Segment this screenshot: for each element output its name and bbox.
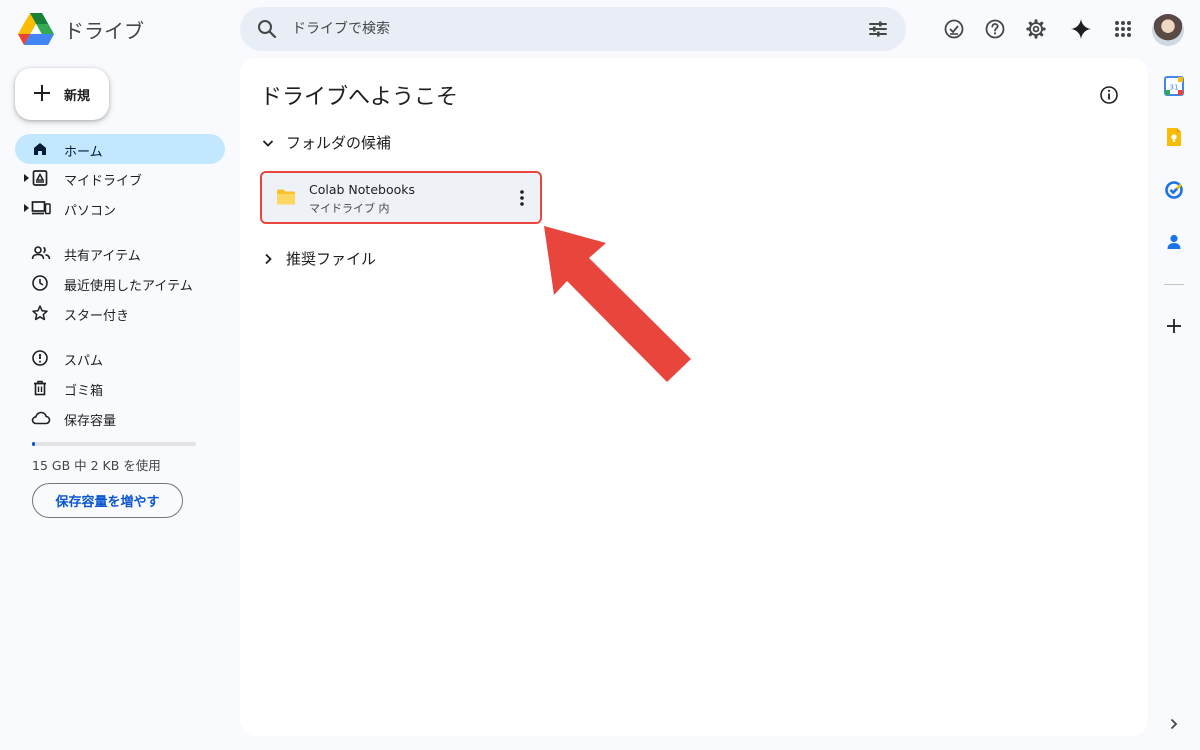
search-bar[interactable] <box>240 7 906 51</box>
google-apps-button[interactable] <box>1108 14 1138 44</box>
sidebar-item-my-drive[interactable]: マイドライブ <box>15 163 225 193</box>
settings-icon <box>1026 19 1046 39</box>
star-icon <box>32 305 48 321</box>
info-icon[interactable] <box>1098 84 1120 106</box>
suggested-folders-heading: フォルダの候補 <box>286 134 392 152</box>
account-avatar[interactable] <box>1152 14 1184 46</box>
search-options-icon[interactable] <box>866 17 890 41</box>
sidebar-item-label: 共有アイテム <box>64 249 141 264</box>
new-button[interactable]: 新規 <box>15 68 109 120</box>
calendar-icon[interactable]: 31 <box>1164 76 1184 96</box>
sidebar-item-spam[interactable]: スパム <box>15 343 225 373</box>
gemini-icon <box>1071 19 1091 39</box>
folder-card[interactable]: Colab Notebooks マイドライブ 内 <box>262 173 540 223</box>
storage-meter <box>32 442 196 446</box>
more-options-icon[interactable] <box>514 188 530 208</box>
sidebar-item-label: ゴミ箱 <box>64 384 104 399</box>
gemini-button[interactable] <box>1066 14 1096 44</box>
folder-location: マイドライブ 内 <box>309 202 390 215</box>
folder-icon <box>277 189 295 205</box>
drive-logo-icon[interactable] <box>18 12 54 46</box>
help-icon <box>985 19 1005 39</box>
trash-icon <box>34 380 46 396</box>
sidebar-item-label: スター付き <box>64 309 130 324</box>
search-input[interactable] <box>292 17 832 41</box>
chevron-right-icon <box>265 253 272 264</box>
top-bar: ドライブ <box>0 0 1200 58</box>
suggested-folders-toggle[interactable]: フォルダの候補 <box>260 132 391 153</box>
settings-button[interactable] <box>1021 14 1051 44</box>
storage-meter-fill <box>32 442 36 446</box>
expand-arrow-icon[interactable] <box>24 204 30 212</box>
sidebar-item-label: マイドライブ <box>64 174 143 189</box>
computers-icon <box>31 201 51 215</box>
suggested-files-heading: 推奨ファイル <box>286 250 377 268</box>
keep-icon[interactable] <box>1164 127 1184 147</box>
sidebar-item-label: スパム <box>64 354 104 369</box>
search-icon[interactable] <box>255 17 279 41</box>
home-icon <box>34 143 46 155</box>
suggested-files-toggle[interactable]: 推奨ファイル <box>260 248 376 269</box>
plus-icon <box>34 85 50 101</box>
help-button[interactable] <box>980 14 1010 44</box>
sidebar-item-trash[interactable]: ゴミ箱 <box>15 373 225 403</box>
get-more-storage-button[interactable]: 保存容量を増やす <box>32 483 183 518</box>
main-content: ドライブへようこそ フォルダの候補 Colab Notebooks マイドライブ… <box>240 58 1148 736</box>
sidebar-item-label: 最近使用したアイテム <box>64 279 193 294</box>
folder-name: Colab Notebooks <box>309 182 415 197</box>
ready-for-offline-icon <box>944 19 964 39</box>
sidebar-item-starred[interactable]: スター付き <box>15 298 225 328</box>
sidebar-item-label: 保存容量 <box>64 414 117 429</box>
sidebar-item-label: パソコン <box>64 204 117 219</box>
sidebar-item-computers[interactable]: パソコン <box>15 193 225 223</box>
side-panel-divider <box>1164 284 1184 285</box>
tasks-icon[interactable] <box>1164 180 1184 200</box>
calendar-day-text: 31 <box>1170 84 1179 92</box>
shared-icon <box>31 246 51 260</box>
sidebar-item-shared[interactable]: 共有アイテム <box>15 238 225 268</box>
page-title: ドライブへようこそ <box>260 85 459 110</box>
add-addon-icon[interactable] <box>1164 316 1184 336</box>
app-title[interactable]: ドライブ <box>64 15 144 44</box>
ready-for-offline-button[interactable] <box>939 14 969 44</box>
sidebar-item-home[interactable]: ホーム <box>15 134 225 164</box>
storage-usage-text: 15 GB 中 2 KB を使用 <box>32 458 161 473</box>
apps-icon <box>1115 21 1131 37</box>
sidebar-item-label: ホーム <box>64 145 103 160</box>
hide-side-panel-icon[interactable] <box>1164 714 1184 734</box>
my-drive-icon <box>32 170 48 186</box>
sidebar-item-recent[interactable]: 最近使用したアイテム <box>15 268 225 298</box>
clock-icon <box>32 275 48 291</box>
cloud-icon <box>31 411 51 425</box>
sidebar-item-storage[interactable]: 保存容量 <box>15 403 225 433</box>
spam-icon <box>32 350 48 366</box>
chevron-down-icon <box>262 139 274 147</box>
new-button-label: 新規 <box>64 89 91 104</box>
contacts-icon[interactable] <box>1164 232 1184 252</box>
expand-arrow-icon[interactable] <box>24 174 30 182</box>
